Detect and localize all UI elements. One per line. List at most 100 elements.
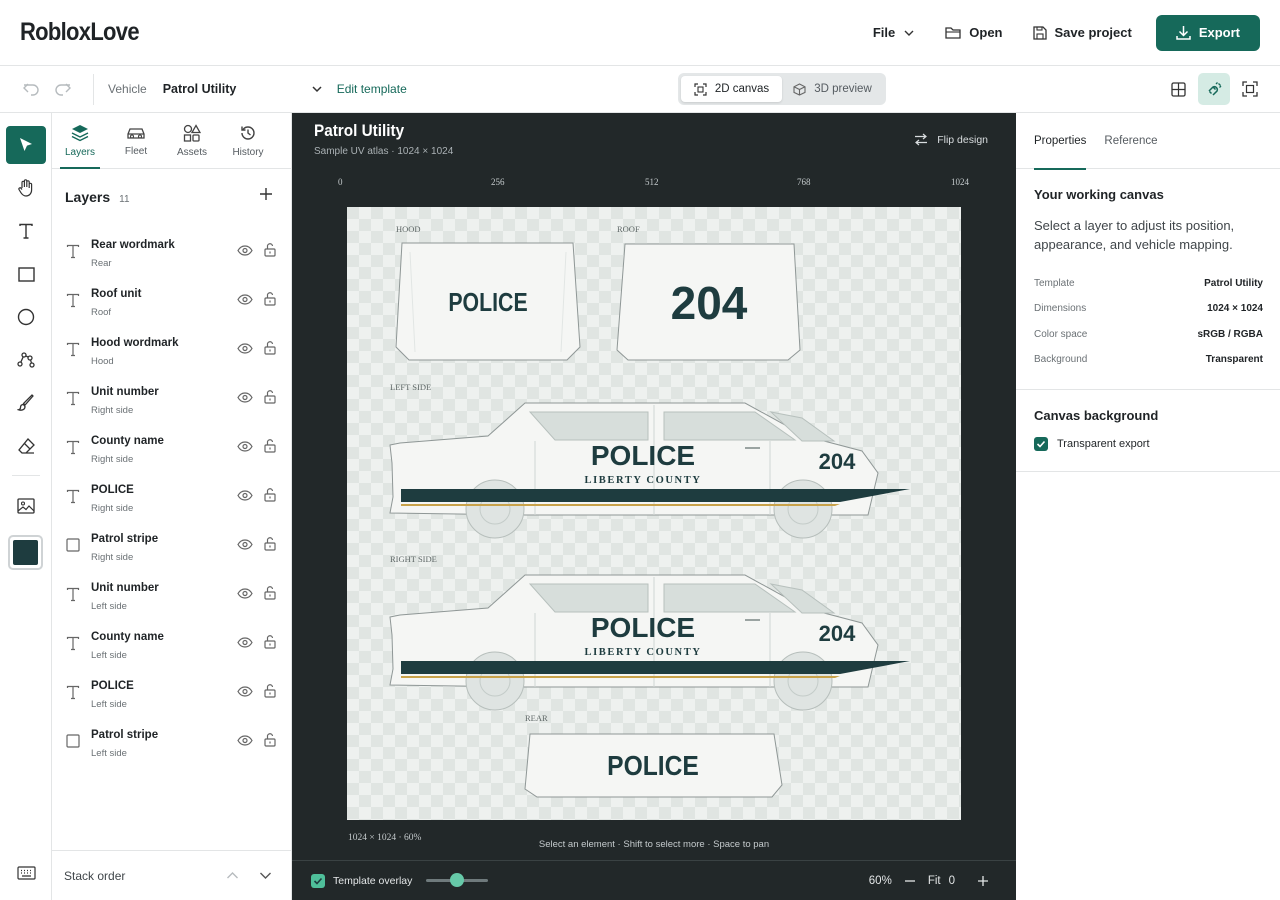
visibility-eye-icon[interactable] [237, 392, 253, 403]
grid-toggle[interactable] [1162, 73, 1194, 105]
unlock-icon[interactable] [264, 586, 276, 600]
layer-row[interactable]: Unit number Right side [52, 378, 292, 427]
property-value: Transparent [1205, 354, 1263, 365]
fit-label[interactable]: Fit [928, 875, 941, 887]
visibility-eye-icon[interactable] [237, 294, 253, 305]
unlock-icon[interactable] [264, 733, 276, 747]
app-logo[interactable]: RobloxLove [20, 18, 140, 47]
right-unit-number[interactable]: 204 [819, 621, 856, 646]
left-unit-number[interactable]: 204 [819, 449, 856, 474]
visibility-eye-icon[interactable] [237, 490, 253, 501]
brush-tool[interactable] [6, 384, 46, 422]
layer-row[interactable]: Unit number Left side [52, 574, 292, 623]
stack-order-label: Stack order [64, 868, 126, 883]
visibility-eye-icon[interactable] [237, 539, 253, 550]
select-tool[interactable] [6, 126, 46, 164]
layer-row[interactable]: Roof unit Roof [52, 280, 292, 329]
ellipse-tool[interactable] [6, 298, 46, 336]
tab-reference[interactable]: Reference [1104, 113, 1157, 169]
visibility-eye-icon[interactable] [237, 441, 253, 452]
unlock-icon[interactable] [264, 243, 276, 257]
right-county-name[interactable]: LIBERTY COUNTY [584, 647, 701, 658]
edit-template-link[interactable]: Edit template [337, 82, 407, 96]
transparent-export-checkbox[interactable] [1034, 437, 1048, 451]
zoom-in-icon[interactable] [977, 875, 989, 887]
tab-assets[interactable]: Assets [164, 113, 220, 168]
transparent-export-option[interactable]: Transparent export [1034, 437, 1150, 451]
layer-row[interactable]: POLICE Right side [52, 476, 292, 525]
right-police-text[interactable]: POLICE [591, 612, 695, 643]
uv-atlas-canvas[interactable]: HOOD POLICE ROOF 204 LEFT SIDE POLICE LI… [347, 207, 961, 820]
unlock-icon[interactable] [264, 635, 276, 649]
unlock-icon[interactable] [264, 537, 276, 551]
zoom-out-icon[interactable] [904, 875, 916, 887]
visibility-eye-icon[interactable] [237, 588, 253, 599]
overlay-opacity-slider[interactable] [426, 873, 489, 887]
unlock-icon[interactable] [264, 390, 276, 404]
rear-panel[interactable]: POLICE [524, 733, 783, 798]
open-button[interactable]: Open [933, 15, 1014, 51]
visibility-eye-icon[interactable] [237, 686, 253, 697]
layer-row[interactable]: Rear wordmark Rear [52, 231, 292, 280]
move-down-icon[interactable] [259, 869, 272, 882]
text-tool[interactable] [6, 212, 46, 250]
layer-row[interactable]: Patrol stripe Left side [52, 721, 292, 770]
unlock-icon[interactable] [264, 439, 276, 453]
move-up-icon[interactable] [226, 869, 239, 882]
right-patrol-stripe[interactable] [401, 661, 910, 674]
download-icon [1176, 26, 1191, 40]
flip-arrows-icon [915, 133, 928, 146]
rear-wordmark[interactable]: POLICE [607, 750, 699, 782]
tab-layers[interactable]: Layers [52, 113, 108, 169]
fit-frame-toggle[interactable] [1234, 73, 1266, 105]
path-tool[interactable] [6, 341, 46, 379]
roof-region-label: ROOF [617, 224, 640, 234]
tab-fleet[interactable]: Fleet [108, 113, 164, 168]
save-project-button[interactable]: Save project [1021, 15, 1144, 51]
roof-panel[interactable]: 204 [616, 243, 801, 361]
layer-target: Left side [91, 650, 127, 661]
canvas-subtitle: Sample UV atlas · 1024 × 1024 [314, 146, 454, 157]
layer-target: Right side [91, 454, 134, 465]
unlock-icon[interactable] [264, 341, 276, 355]
template-overlay-checkbox[interactable] [311, 873, 325, 888]
snap-toggle[interactable] [1198, 73, 1230, 105]
visibility-eye-icon[interactable] [237, 735, 253, 746]
unlock-icon[interactable] [264, 488, 276, 502]
tab-history[interactable]: History [220, 113, 276, 168]
roof-unit-number[interactable]: 204 [671, 277, 748, 329]
fill-color-swatch[interactable] [8, 535, 43, 570]
visibility-eye-icon[interactable] [237, 343, 253, 354]
layer-row[interactable]: Hood wordmark Hood [52, 329, 292, 378]
file-menu-button[interactable]: File [861, 15, 927, 51]
hood-wordmark[interactable]: POLICE [448, 288, 527, 318]
layer-row[interactable]: Patrol stripe Right side [52, 525, 292, 574]
vehicle-select[interactable]: Patrol Utility [163, 82, 323, 96]
add-layer-icon[interactable] [259, 187, 273, 201]
image-tool[interactable] [6, 487, 46, 525]
visibility-eye-icon[interactable] [237, 245, 253, 256]
unlock-icon[interactable] [264, 292, 276, 306]
export-button[interactable]: Export [1155, 14, 1260, 51]
layer-row[interactable]: POLICE Left side [52, 672, 292, 721]
unlock-icon[interactable] [264, 684, 276, 698]
tab-properties[interactable]: Properties [1034, 113, 1087, 170]
visibility-eye-icon[interactable] [237, 637, 253, 648]
layer-row[interactable]: County name Left side [52, 623, 292, 672]
view-2d-canvas-option[interactable]: 2D canvas [681, 76, 782, 102]
left-police-text[interactable]: POLICE [591, 440, 695, 471]
view-3d-preview-option[interactable]: 3D preview [782, 76, 883, 102]
rectangle-tool[interactable] [6, 255, 46, 293]
layer-target: Left side [91, 601, 127, 612]
layer-row[interactable]: County name Right side [52, 427, 292, 476]
undo-icon[interactable] [22, 80, 40, 98]
left-patrol-stripe[interactable] [401, 489, 910, 502]
keyboard-shortcuts-button[interactable] [6, 854, 46, 892]
overlay-opacity-handle[interactable] [450, 873, 465, 887]
eraser-tool[interactable] [6, 427, 46, 465]
pan-tool[interactable] [6, 169, 46, 207]
hood-panel[interactable]: POLICE [395, 242, 581, 361]
left-county-name[interactable]: LIBERTY COUNTY [584, 475, 701, 486]
redo-icon[interactable] [54, 80, 72, 98]
flip-design-button[interactable]: Flip design [914, 133, 988, 146]
